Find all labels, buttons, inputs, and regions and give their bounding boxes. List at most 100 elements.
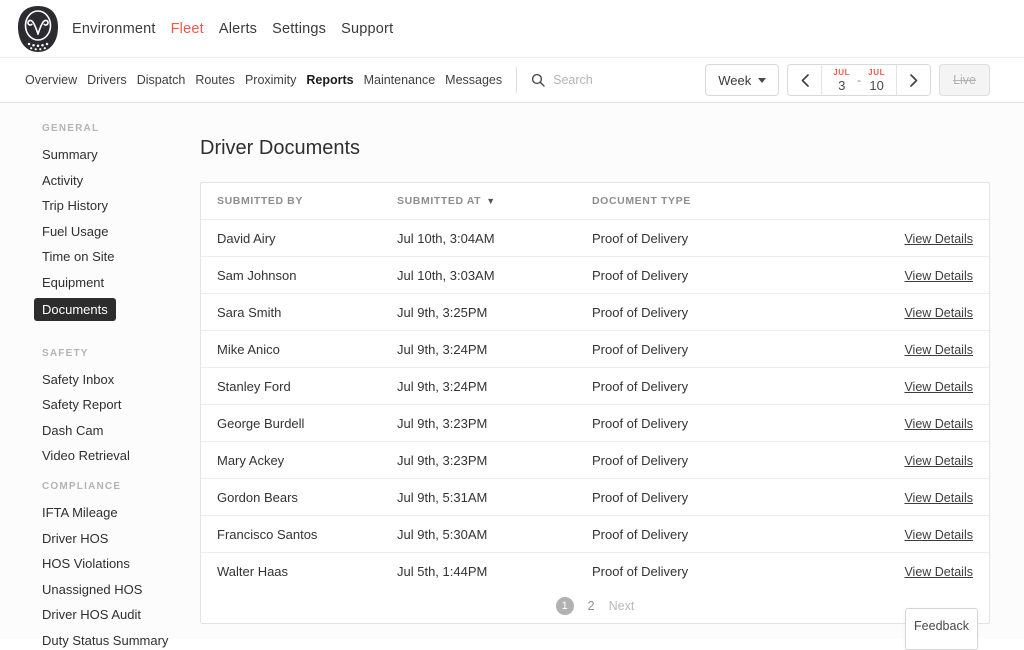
tab-drivers[interactable]: Drivers <box>87 73 127 87</box>
table-row[interactable]: George Burdell Jul 9th, 3:23PM Proof of … <box>201 404 989 441</box>
cell-submitted-by: David Airy <box>217 231 397 246</box>
sidebar-item-driver-hos-audit[interactable]: Driver HOS Audit <box>42 608 200 621</box>
sidebar-item-summary[interactable]: Summary <box>42 148 200 161</box>
documents-table: SUBMITTED BY SUBMITTED AT ▼ DOCUMENT TYP… <box>200 182 990 624</box>
week-dropdown[interactable]: Week <box>705 64 779 96</box>
date-end-day: 10 <box>868 79 885 92</box>
view-details-link[interactable]: View Details <box>904 269 973 283</box>
date-end: JUL 10 <box>868 69 885 92</box>
sidebar-item-ifta-mileage[interactable]: IFTA Mileage <box>42 506 200 519</box>
section-title-compliance: COMPLIANCE <box>42 481 200 492</box>
fleet-tabs: Overview Drivers Dispatch Routes Proximi… <box>25 73 502 87</box>
cell-submitted-at: Jul 9th, 3:25PM <box>397 305 592 320</box>
table-row[interactable]: Sam Johnson Jul 10th, 3:03AM Proof of De… <box>201 256 989 293</box>
pagination-page-2[interactable]: 2 <box>588 599 595 613</box>
cell-submitted-by: Sara Smith <box>217 305 397 320</box>
cell-submitted-at: Jul 9th, 3:24PM <box>397 379 592 394</box>
sidebar-item-activity[interactable]: Activity <box>42 174 200 187</box>
chevron-left-icon <box>801 74 809 87</box>
view-details-link[interactable]: View Details <box>904 417 973 431</box>
table-header-row: SUBMITTED BY SUBMITTED AT ▼ DOCUMENT TYP… <box>201 183 989 219</box>
tab-dispatch[interactable]: Dispatch <box>137 73 186 87</box>
cell-submitted-at: Jul 10th, 3:03AM <box>397 268 592 283</box>
prev-week-button[interactable] <box>788 65 821 95</box>
pagination: 1 2 Next <box>201 589 989 623</box>
tab-messages[interactable]: Messages <box>445 73 502 87</box>
live-button[interactable]: Live <box>939 64 990 96</box>
cell-document-type: Proof of Delivery <box>592 490 853 505</box>
sidebar-item-video-retrieval[interactable]: Video Retrieval <box>42 449 200 462</box>
view-details-link[interactable]: View Details <box>904 454 973 468</box>
date-end-month: JUL <box>868 69 885 77</box>
search-bar[interactable] <box>531 73 703 87</box>
tab-maintenance[interactable]: Maintenance <box>364 73 436 87</box>
view-details-link[interactable]: View Details <box>904 565 973 579</box>
brand-logo-icon[interactable] <box>16 5 60 53</box>
date-range-display[interactable]: JUL 3 - JUL 10 <box>821 65 897 95</box>
sort-desc-icon: ▼ <box>486 196 496 206</box>
sidebar-item-driver-hos[interactable]: Driver HOS <box>42 532 200 545</box>
cell-document-type: Proof of Delivery <box>592 416 853 431</box>
sidebar-item-documents[interactable]: Documents <box>34 298 116 321</box>
report-content: Driver Documents SUBMITTED BY SUBMITTED … <box>200 103 1024 639</box>
sidebar-item-hos-violations[interactable]: HOS Violations <box>42 557 200 570</box>
top-nav-items: Environment Fleet Alerts Settings Suppor… <box>72 21 393 37</box>
table-row[interactable]: Mary Ackey Jul 9th, 3:23PM Proof of Deli… <box>201 441 989 478</box>
top-nav-fleet[interactable]: Fleet <box>171 21 204 37</box>
tab-overview[interactable]: Overview <box>25 73 77 87</box>
sidebar-item-dash-cam[interactable]: Dash Cam <box>42 424 200 437</box>
table-row[interactable]: Stanley Ford Jul 9th, 3:24PM Proof of De… <box>201 367 989 404</box>
view-details-link[interactable]: View Details <box>904 343 973 357</box>
view-details-link[interactable]: View Details <box>904 528 973 542</box>
table-row[interactable]: Francisco Santos Jul 9th, 5:30AM Proof o… <box>201 515 989 552</box>
main-area: GENERAL Summary Activity Trip History Fu… <box>0 103 1024 639</box>
sidebar-section-compliance: COMPLIANCE IFTA Mileage Driver HOS HOS V… <box>42 481 200 647</box>
cell-document-type: Proof of Delivery <box>592 379 853 394</box>
date-range-picker: JUL 3 - JUL 10 <box>787 64 931 96</box>
cell-document-type: Proof of Delivery <box>592 342 853 357</box>
column-header-submitted-by[interactable]: SUBMITTED BY <box>217 195 397 207</box>
top-nav-support[interactable]: Support <box>341 21 393 37</box>
sidebar-item-duty-status-summary[interactable]: Duty Status Summary <box>42 634 200 647</box>
top-nav-alerts[interactable]: Alerts <box>219 21 257 37</box>
sidebar-section-safety: SAFETY Safety Inbox Safety Report Dash C… <box>42 348 200 463</box>
sidebar-item-fuel-usage[interactable]: Fuel Usage <box>42 225 200 238</box>
feedback-button[interactable]: Feedback <box>905 608 978 650</box>
sidebar-section-general: GENERAL Summary Activity Trip History Fu… <box>42 123 200 329</box>
table-row[interactable]: Sara Smith Jul 9th, 3:25PM Proof of Deli… <box>201 293 989 330</box>
cell-submitted-by: Walter Haas <box>217 564 397 579</box>
tab-reports[interactable]: Reports <box>306 73 353 87</box>
sidebar-item-trip-history[interactable]: Trip History <box>42 199 200 212</box>
column-header-document-type[interactable]: DOCUMENT TYPE <box>592 195 853 207</box>
sidebar-item-safety-inbox[interactable]: Safety Inbox <box>42 373 200 386</box>
cell-submitted-by: Mike Anico <box>217 342 397 357</box>
top-nav-environment[interactable]: Environment <box>72 21 156 37</box>
top-nav-settings[interactable]: Settings <box>272 21 326 37</box>
pagination-next[interactable]: Next <box>609 599 635 613</box>
table-row[interactable]: David Airy Jul 10th, 3:04AM Proof of Del… <box>201 219 989 256</box>
cell-document-type: Proof of Delivery <box>592 527 853 542</box>
view-details-link[interactable]: View Details <box>904 491 973 505</box>
search-input[interactable] <box>553 73 703 87</box>
sidebar-item-unassigned-hos[interactable]: Unassigned HOS <box>42 583 200 596</box>
tab-routes[interactable]: Routes <box>195 73 235 87</box>
sidebar-item-equipment[interactable]: Equipment <box>42 276 200 289</box>
date-dash: - <box>857 73 861 87</box>
sidebar-item-safety-report[interactable]: Safety Report <box>42 398 200 411</box>
cell-submitted-at: Jul 10th, 3:04AM <box>397 231 592 246</box>
next-week-button[interactable] <box>897 65 930 95</box>
column-header-submitted-at[interactable]: SUBMITTED AT ▼ <box>397 195 592 207</box>
table-row[interactable]: Walter Haas Jul 5th, 1:44PM Proof of Del… <box>201 552 989 589</box>
table-row[interactable]: Mike Anico Jul 9th, 3:24PM Proof of Deli… <box>201 330 989 367</box>
view-details-link[interactable]: View Details <box>904 306 973 320</box>
cell-document-type: Proof of Delivery <box>592 453 853 468</box>
view-details-link[interactable]: View Details <box>904 380 973 394</box>
sidebar-item-time-on-site[interactable]: Time on Site <box>42 250 200 263</box>
table-row[interactable]: Gordon Bears Jul 9th, 5:31AM Proof of De… <box>201 478 989 515</box>
tab-proximity[interactable]: Proximity <box>245 73 296 87</box>
pagination-page-1[interactable]: 1 <box>556 597 574 615</box>
page-title: Driver Documents <box>200 137 990 160</box>
view-details-link[interactable]: View Details <box>904 232 973 246</box>
top-nav: Environment Fleet Alerts Settings Suppor… <box>0 0 1024 58</box>
caret-down-icon <box>758 78 766 83</box>
